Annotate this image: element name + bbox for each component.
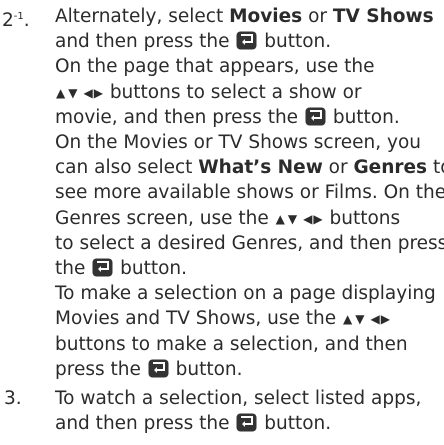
paragraph-select-movies-tv: Alternately, select Movies or TV Shows a… <box>55 4 444 54</box>
text-line: and then press the button. <box>55 29 444 54</box>
text-line: ▲ ▼ ◀ ▶ buttons to select a show or <box>55 80 444 105</box>
up-arrow-icon: ▲ <box>275 211 285 226</box>
enter-button-icon <box>305 107 326 126</box>
text-run: or <box>302 6 333 27</box>
text-run: button. <box>258 413 332 435</box>
text-line: to select a desired Genres, and then pre… <box>55 232 444 254</box>
tv-shows-label: TV Shows <box>332 6 434 27</box>
whats-new-label: What’s New <box>198 157 323 179</box>
enter-button-icon <box>236 31 257 50</box>
step-number-main: 2 <box>2 10 14 31</box>
right-arrow-icon: ▶ <box>313 211 323 226</box>
text-line: Alternately, select Movies or TV Shows <box>55 4 444 29</box>
left-arrow-icon: ◀ <box>83 85 93 100</box>
text-line: buttons to make a selection, and then <box>55 333 408 355</box>
paragraph-watch-selection: To watch a selection, select listed apps… <box>55 386 444 436</box>
text-run: to <box>432 157 444 179</box>
text-run: press the <box>55 358 147 380</box>
text-run: the <box>55 258 92 280</box>
left-arrow-icon: ◀ <box>370 312 380 327</box>
text-run: button. <box>258 31 332 53</box>
genres-label: Genres <box>353 157 428 179</box>
step-number-dot: . <box>23 10 30 31</box>
text-line: press the button. <box>55 357 444 382</box>
text-line: movie, and then press the button. <box>55 105 444 130</box>
text-run: and then press the <box>55 31 236 53</box>
text-line: Movies and TV Shows, use the ▲ ▼ ◀ ▶ <box>55 306 444 331</box>
manual-page: 2-1. Alternately, select Movies or TV Sh… <box>0 0 444 445</box>
right-arrow-icon: ▶ <box>380 312 390 327</box>
text-run: button. <box>326 106 400 128</box>
step-body: Alternately, select Movies or TV Shows a… <box>55 4 444 382</box>
down-arrow-icon: ▼ <box>355 312 365 327</box>
text-run: Alternately, select <box>55 6 230 27</box>
down-arrow-icon: ▼ <box>287 211 298 226</box>
direction-arrows-icon: ▲ ▼ ◀ ▶ <box>56 87 103 99</box>
text-line: and then press the button. <box>55 411 444 436</box>
text-run: buttons to select a show or <box>103 81 362 103</box>
movies-label: Movies <box>229 6 303 27</box>
text-line: On the page that appears, use the <box>55 56 375 78</box>
text-run: and then press the <box>55 413 236 435</box>
direction-arrows-icon: ▲ ▼ ◀ ▶ <box>343 313 390 325</box>
text-line: can also select What’s New or Genres to <box>55 155 444 180</box>
direction-arrows-icon: ▲ ▼ ◀ ▶ <box>276 213 323 225</box>
enter-button-icon <box>236 413 257 432</box>
text-run: can also select <box>55 157 199 179</box>
enter-button-icon <box>148 359 169 378</box>
text-line: To make a selection on a page displaying <box>55 283 436 305</box>
paragraph-use-arrows: On the page that appears, use the ▲ ▼ ◀ ▶ b… <box>55 54 444 130</box>
right-arrow-icon: ▶ <box>93 85 103 100</box>
text-run: buttons <box>323 207 401 229</box>
text-line: Genres screen, use the ▲ ▼ ◀ ▶ buttons <box>55 206 444 231</box>
left-arrow-icon: ◀ <box>303 211 313 226</box>
text-run: Genres screen, use the <box>55 207 275 229</box>
text-line: On the Movies or TV Shows screen, you <box>55 132 422 154</box>
step-number: 3. <box>4 388 22 409</box>
down-arrow-icon: ▼ <box>68 85 78 100</box>
text-line: To watch a selection, select listed apps… <box>55 388 422 409</box>
up-arrow-icon: ▲ <box>56 85 66 100</box>
step-number: 2-1. <box>2 4 30 33</box>
text-run: Movies and TV Shows, use the <box>55 308 342 330</box>
text-line: the button. <box>55 256 444 281</box>
up-arrow-icon: ▲ <box>342 312 353 327</box>
text-run: button. <box>114 258 188 280</box>
text-run: button. <box>169 358 243 380</box>
text-run: or <box>322 157 354 179</box>
enter-button-icon <box>92 258 113 277</box>
step-body: To watch a selection, select listed apps… <box>55 386 444 436</box>
text-run: movie, and then press the <box>55 106 304 128</box>
text-line: see more available shows or Films. On th… <box>55 182 444 204</box>
step-number-sup: -1 <box>13 11 24 22</box>
paragraph-make-selection: To make a selection on a page displaying… <box>55 281 444 382</box>
paragraph-whats-new-genres: On the Movies or TV Shows screen, you ca… <box>55 130 444 281</box>
